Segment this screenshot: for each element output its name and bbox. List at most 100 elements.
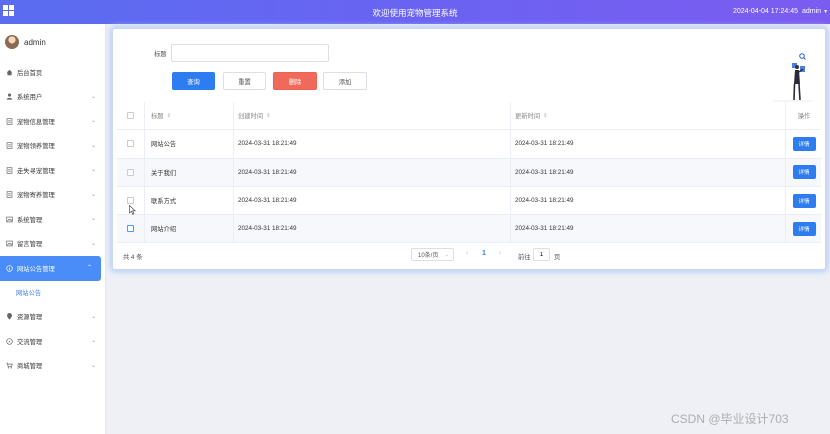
chevron-up-icon: ⌃ [86, 265, 92, 271]
pagination-total: 共 4 条 [123, 254, 143, 261]
next-page-icon[interactable]: › [499, 250, 501, 257]
sidebar: admin 后台首页 系统用户 ⌄ 宠物信息管理 ⌄ 宠物领养管理 ⌄ 走失寻宠… [0, 24, 106, 434]
sidebar-item-label: 商城管理 [17, 363, 43, 371]
row-checkbox[interactable] [127, 225, 134, 233]
chevron-down-icon: ⌄ [90, 338, 96, 344]
cell-title: 联系方式 [146, 186, 234, 215]
reset-button[interactable]: 重置 [223, 72, 266, 90]
column-header-updated[interactable]: 更新时间 ⇕ [512, 102, 786, 130]
sidebar-item-communication[interactable]: 交流管理 ⌄ [0, 329, 105, 354]
sidebar-item-lost-pets[interactable]: 走失寻宠管理 ⌄ [0, 158, 105, 183]
cell-updated: 2024-03-31 18:21:49 [512, 130, 786, 158]
sidebar-item-boarding[interactable]: 宠物寄养管理 ⌄ [0, 183, 105, 208]
chevron-down-icon: ⌄ [90, 240, 96, 247]
user-menu[interactable]: admin ▼ [802, 8, 828, 15]
document-icon [6, 167, 13, 174]
user-menu-label: admin [802, 8, 822, 15]
page-number-current[interactable]: 1 [482, 250, 486, 257]
row-checkbox[interactable] [127, 197, 134, 205]
detail-button[interactable]: 详情 [792, 165, 816, 180]
cell-created: 2024-03-31 18:21:49 [235, 186, 511, 215]
caret-down-icon: ▼ [823, 9, 829, 15]
current-datetime: 2024-04-04 17:24:45 [733, 8, 798, 15]
document-icon [6, 191, 13, 198]
sort-icon: ⇕ [266, 112, 271, 119]
detail-button[interactable]: 详情 [792, 136, 816, 151]
sidebar-item-label: 交流管理 [17, 338, 43, 346]
picture-icon [6, 240, 13, 247]
chevron-down-icon: ⌄ [90, 216, 96, 222]
announcement-list-card: 标题 查询 重置 删除 添加 标题 ⇕ 创建时间 ⇕ 更新时间 ⇕ 操作 网站公告 2… [112, 28, 826, 270]
chevron-down-icon: ⌄ [90, 191, 96, 198]
detail-button[interactable]: 详情 [792, 193, 816, 208]
goto-suffix: 页 [554, 254, 561, 261]
sidebar-item-announcements[interactable]: 网站公告管理 ⌃ [0, 256, 101, 281]
query-button[interactable]: 查询 [172, 72, 215, 90]
sidebar-item-shop[interactable]: 商城管理 ⌄ [0, 354, 105, 379]
mouse-cursor-icon [129, 205, 136, 215]
chevron-down-icon: ⌄ [90, 142, 96, 149]
cell-title: 网站介绍 [146, 215, 234, 243]
sidebar-item-label: 资源管理 [17, 314, 43, 322]
location-icon [6, 313, 13, 320]
prev-page-icon[interactable]: ‹ [466, 250, 468, 257]
top-header: 欢迎使用宠物管理系统 2024-04-04 17:24:45 admin ▼ [0, 0, 830, 24]
sidebar-item-messages[interactable]: 留言管理 ⌄ [0, 232, 105, 257]
row-checkbox[interactable] [127, 168, 134, 176]
sidebar-item-label: 走失寻宠管理 [17, 167, 55, 175]
compass-icon [6, 338, 13, 345]
sidebar-item-label: 后台首页 [17, 69, 43, 77]
search-title-label: 标题 [154, 51, 167, 58]
sidebar-item-home[interactable]: 后台首页 [0, 60, 105, 85]
cell-updated: 2024-03-31 18:21:49 [512, 158, 786, 186]
document-icon [6, 142, 13, 149]
column-header-title[interactable]: 标题 ⇕ [146, 102, 234, 130]
document-icon [6, 118, 13, 125]
column-header-created[interactable]: 创建时间 ⇕ [235, 102, 511, 130]
chevron-down-icon: ⌄ [90, 313, 96, 320]
table-row: 联系方式 2024-03-31 18:21:49 2024-03-31 18:2… [117, 186, 821, 216]
sidebar-item-label: 网站公告管理 [17, 265, 55, 273]
picture-icon [6, 216, 13, 223]
chevron-down-icon: ⌄ [90, 93, 96, 100]
search-title-input[interactable] [171, 44, 329, 62]
goto-label: 前往 [518, 254, 531, 261]
cell-title: 关于我们 [146, 158, 234, 186]
cart-icon [6, 362, 13, 369]
table-row: 关于我们 2024-03-31 18:21:49 2024-03-31 18:2… [117, 158, 821, 187]
avatar [5, 35, 19, 49]
sidebar-item-label: 系统用户 [17, 94, 43, 102]
sidebar-item-resources[interactable]: 资源管理 ⌄ [0, 305, 105, 330]
table-row: 网站公告 2024-03-31 18:21:49 2024-03-31 18:2… [117, 130, 821, 159]
page-size-select[interactable]: 10条/页 ⌄ [411, 248, 454, 261]
profile-name: admin [24, 37, 46, 47]
cell-created: 2024-03-31 18:21:49 [235, 158, 511, 186]
sidebar-item-label: 系统管理 [17, 216, 43, 224]
add-button[interactable]: 添加 [323, 72, 367, 90]
goto-page-input[interactable] [533, 248, 550, 261]
home-icon [6, 69, 13, 76]
detail-button[interactable]: 详情 [792, 221, 816, 236]
delete-button[interactable]: 删除 [273, 72, 317, 90]
sidebar-item-users[interactable]: 系统用户 ⌄ [0, 85, 105, 110]
table-header-row: 标题 ⇕ 创建时间 ⇕ 更新时间 ⇕ 操作 [117, 102, 821, 131]
user-icon [6, 93, 13, 100]
sidebar-item-label: 宠物信息管理 [17, 118, 55, 126]
watermark-text: CSDN @毕业设计703 [671, 412, 789, 426]
chevron-down-icon: ⌄ [444, 251, 449, 258]
sidebar-item-system[interactable]: 系统管理 ⌄ [0, 207, 105, 232]
sidebar-item-adoption[interactable]: 宠物领养管理 ⌄ [0, 134, 105, 159]
sidebar-item-pet-info[interactable]: 宠物信息管理 ⌄ [0, 109, 105, 134]
profile: admin [0, 24, 105, 60]
sidebar-subitem-announcement[interactable]: 网站公告 [0, 281, 105, 305]
select-all-checkbox[interactable] [127, 112, 134, 120]
chevron-down-icon: ⌄ [90, 118, 96, 124]
cell-created: 2024-03-31 18:21:49 [235, 130, 511, 158]
search-illustration [773, 53, 813, 102]
cell-updated: 2024-03-31 18:21:49 [512, 215, 786, 243]
cell-updated: 2024-03-31 18:21:49 [512, 186, 786, 215]
row-checkbox[interactable] [127, 140, 134, 148]
column-header-action: 操作 [797, 113, 811, 121]
sort-icon: ⇕ [166, 112, 171, 119]
sidebar-item-label: 宠物寄养管理 [17, 192, 55, 200]
